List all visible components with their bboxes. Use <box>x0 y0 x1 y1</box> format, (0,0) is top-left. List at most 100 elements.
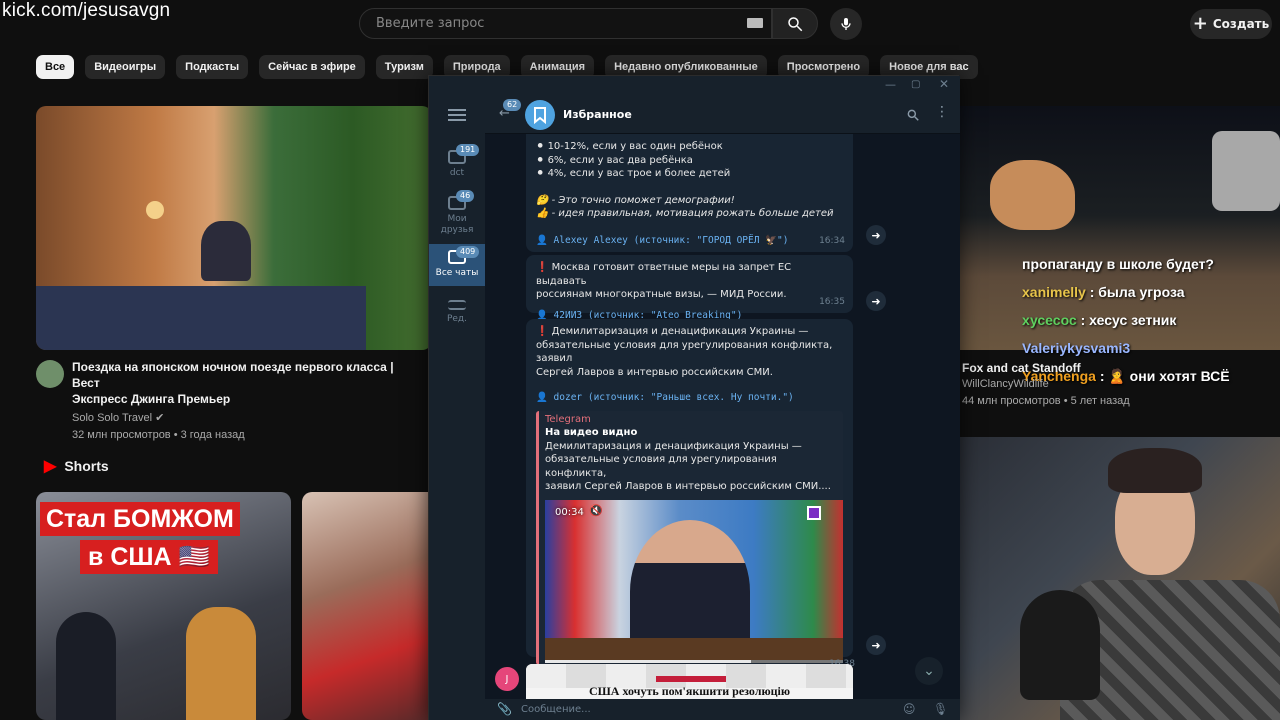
chat-line: Valeriykysvami3 <box>1022 334 1280 362</box>
message-input[interactable]: 📎 Сообщение... ☺ 🎙 <box>485 699 960 720</box>
channel-avatar[interactable] <box>36 360 64 388</box>
create-button[interactable]: + Создать <box>1190 9 1272 39</box>
folder-badge: 191 <box>456 144 480 156</box>
link-preview[interactable]: Telegram На видео видно Демилитаризация … <box>536 410 843 665</box>
channel-name[interactable]: Solo Solo Travel ✔ <box>72 410 422 427</box>
pip-icon[interactable] <box>807 505 821 520</box>
video-title[interactable]: Поездка на японском ночном поезде первог… <box>72 359 422 391</box>
minimize-icon[interactable]: — <box>885 78 896 91</box>
saved-messages-avatar <box>525 100 555 130</box>
short-thumbnail[interactable]: Стал БОМЖОМ в США 🇺🇸 <box>36 492 291 720</box>
chip-tourism[interactable]: Туризм <box>375 55 433 79</box>
message-bubble[interactable]: ❗ Демилитаризация и денацификация Украин… <box>526 319 855 669</box>
message-source[interactable]: 👤 dozer (источник: "Раньше всех. Ну почт… <box>536 391 843 405</box>
menu-icon[interactable] <box>448 109 466 121</box>
folder-label: Все чаты <box>435 268 479 278</box>
preview-text: Демилитаризация и денацификация Украины … <box>545 440 802 452</box>
video-progress[interactable] <box>545 659 843 663</box>
chat-user: xanimelly <box>1022 284 1086 300</box>
message-line: ⚫ 4%, если у вас трое и более детей <box>536 168 731 179</box>
sender-avatar[interactable]: J <box>495 667 519 691</box>
short-caption: Стал БОМЖОМ <box>40 502 240 536</box>
message-source[interactable]: 👤 Alexey Alexey (источник: "ГОРОД ОРЁЛ 🦅… <box>536 234 843 248</box>
video-thumbnail[interactable] <box>36 106 432 350</box>
search-input[interactable]: Введите запрос <box>359 8 772 39</box>
forward-icon[interactable]: ➜ <box>866 635 886 655</box>
video-meta: 44 млн просмотров • 5 лет назад <box>962 395 1130 407</box>
shorts-heading-text: Shorts <box>64 458 109 474</box>
folder-label: Ред. <box>446 314 468 324</box>
message-bubble[interactable]: ⚫ 10-12%, если у вас один ребёнок ⚫ 6%, … <box>526 134 853 252</box>
message-time: 16:34 <box>819 235 845 246</box>
unread-badge: 62 <box>503 99 522 111</box>
message-line: Сергей Лавров в интервью российским СМИ. <box>536 366 773 378</box>
more-icon[interactable]: ⋮ <box>935 104 949 120</box>
telegram-window[interactable]: — ▢ ✕ 191 dct 46 Мои друзья 409 Все чаты <box>428 75 960 720</box>
attach-icon[interactable]: 📎 <box>497 702 512 716</box>
create-label: Создать <box>1212 17 1270 31</box>
forward-icon[interactable]: ➜ <box>866 225 886 245</box>
preview-text: обязательные условия для урегулирования … <box>545 454 777 479</box>
emoji-icon[interactable]: ☺ <box>903 702 916 716</box>
folder-badge: 46 <box>456 190 475 202</box>
video-info: Поездка на японском ночном поезде первог… <box>72 359 422 444</box>
doc-caption: США хочуть пом'якшити резолюцію <box>588 684 791 698</box>
short-person <box>56 612 116 720</box>
keyboard-icon[interactable] <box>747 18 763 28</box>
chip-podcasts[interactable]: Подкасты <box>176 55 249 79</box>
chip-videogames[interactable]: Видеоигры <box>85 55 166 79</box>
search-icon <box>788 16 803 31</box>
short-thumbnail-2[interactable] <box>302 492 430 720</box>
video-progress-fill <box>545 659 751 663</box>
chat-line: xanimelly : была угроза <box>1022 278 1280 306</box>
chat-line: пропаганду в школе будет? <box>1022 256 1214 272</box>
video-timer: 00:34 <box>555 506 584 518</box>
scroll-down-button[interactable]: ⌄ <box>915 657 943 685</box>
thumbnail-person <box>201 221 251 281</box>
maximize-icon[interactable]: ▢ <box>911 79 920 90</box>
chat-user: Valeriykysvami3 <box>1022 340 1131 356</box>
folder-all-chats[interactable]: 409 Все чаты <box>429 244 485 286</box>
shorts-icon: ▶ <box>44 458 57 475</box>
preview-text: заявил Сергей Лавров в интервью российск… <box>545 481 831 492</box>
close-icon[interactable]: ✕ <box>939 77 949 91</box>
folder-dct[interactable]: 191 dct <box>429 144 485 190</box>
window-titlebar: — ▢ ✕ <box>429 76 960 96</box>
chat-user: хусесос <box>1022 312 1077 328</box>
channel-name[interactable]: WillClancyWildlife <box>962 376 1262 393</box>
chevron-down-icon: ⌄ <box>923 663 935 679</box>
chip-live[interactable]: Сейчас в эфире <box>259 55 365 79</box>
chat-text: : хесус зетник <box>1080 312 1177 328</box>
image-message[interactable]: США хочуть пом'якшити резолюцію <box>526 664 853 699</box>
video-info-fox: Fox and cat Standoff WillClancyWildlife … <box>962 360 1262 410</box>
folder-edit[interactable]: Ред. <box>429 296 485 332</box>
message-line: ❗ Демилитаризация и денацификация Украин… <box>536 326 809 337</box>
video-player[interactable]: 00:34 🔇 <box>545 499 843 663</box>
search-icon[interactable] <box>906 108 920 122</box>
channel-name-text: Solo Solo Travel <box>72 412 153 424</box>
edit-icon <box>448 300 466 310</box>
preview-title: На видео видно <box>545 427 638 438</box>
search-button[interactable] <box>772 8 818 39</box>
webcam-hair <box>1108 448 1202 493</box>
video-title[interactable]: Fox and cat Standoff <box>962 360 1262 376</box>
folder-friends[interactable]: 46 Мои друзья <box>429 190 485 242</box>
video-title-line2[interactable]: Экспресс Джинга Премьер <box>72 391 422 407</box>
shorts-heading: ▶ Shorts <box>44 456 109 476</box>
message-line: ❗ Москва готовит ответные меры на запрет… <box>536 262 792 287</box>
folder-label: dct <box>449 168 465 178</box>
bookmark-icon <box>534 107 546 125</box>
chat-line: хусесос : хесус зетник <box>1022 306 1280 334</box>
voice-search-button[interactable] <box>830 8 862 40</box>
chat-header: ← 62 Избранное ⋮ <box>485 96 960 134</box>
message-bubble[interactable]: ❗ Москва готовит ответные меры на запрет… <box>526 255 853 321</box>
mute-icon[interactable]: 🔇 <box>589 504 603 518</box>
forward-icon[interactable]: ➜ <box>866 291 886 311</box>
mic-icon <box>841 18 851 30</box>
video-meta: 32 млн просмотров • 3 года назад <box>72 429 245 441</box>
chip-all[interactable]: Все <box>36 55 75 79</box>
mic-icon[interactable]: 🎙 <box>933 702 948 716</box>
thumbnail-bed <box>36 286 366 350</box>
message-line: 👍 - идея правильная, мотивация рожать бо… <box>536 208 834 219</box>
